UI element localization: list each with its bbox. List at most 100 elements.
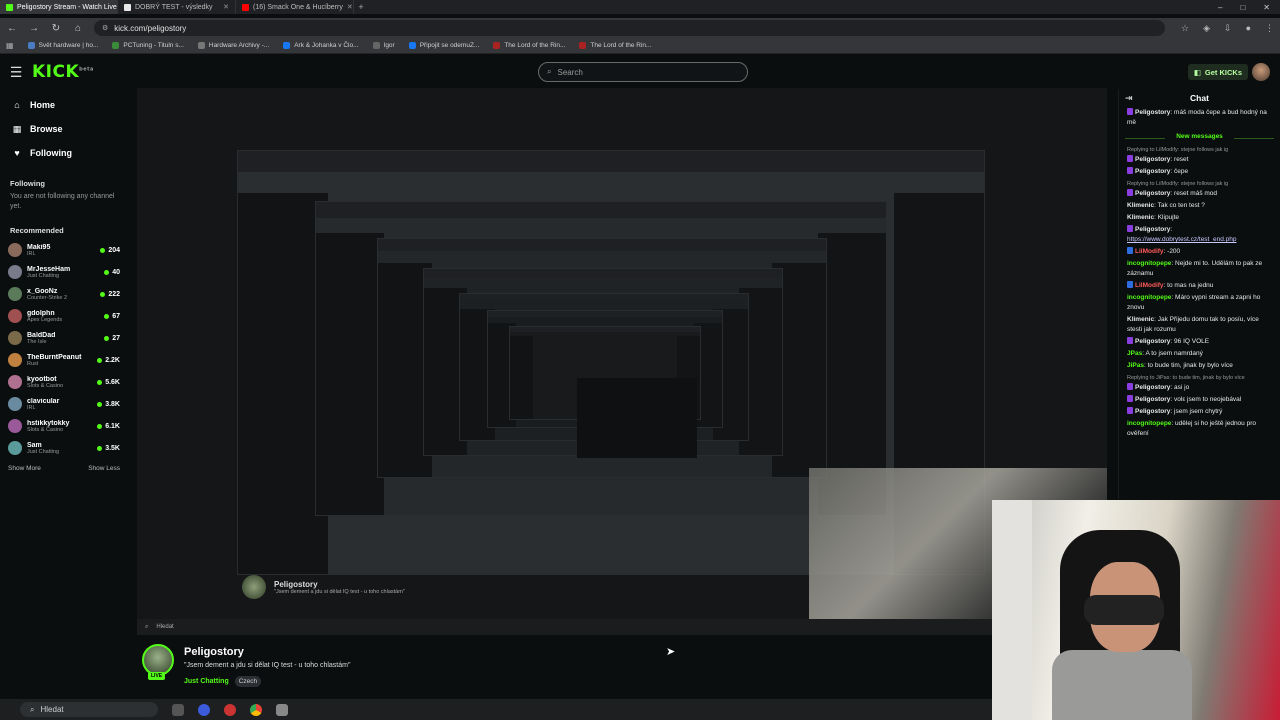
live-dot-icon [100, 247, 106, 253]
inner-search-icon: ⌕ [145, 623, 149, 630]
chat-username[interactable]: Peligostory [1135, 384, 1170, 391]
collapse-chat-icon[interactable]: ⇥ [1125, 93, 1133, 104]
recommended-channel[interactable]: clavicular IRL 3.8K [8, 393, 120, 415]
taskbar-app-icon[interactable] [224, 703, 236, 716]
channel-name: MrJesseHam [27, 265, 71, 273]
chat-link[interactable]: https://www.dobrytest.cz/test_end.php [1127, 236, 1236, 243]
reload-icon[interactable]: ↻ [50, 23, 62, 34]
chat-username[interactable]: JiPas [1127, 362, 1144, 369]
recommended-channel[interactable]: hstikkytokky Slots & Casino 6.1K [8, 415, 120, 437]
show-less-button[interactable]: Show Less [88, 465, 120, 472]
chat-username[interactable]: LilModify [1135, 282, 1164, 289]
bookmark-item[interactable]: The Lord of the Rin... [579, 42, 651, 49]
channel-avatar [8, 397, 22, 411]
stream-category[interactable]: Just Chatting [184, 678, 229, 685]
bookmark-item[interactable]: PCTuning - Tituln s... [112, 42, 184, 49]
home-icon[interactable]: ⌂ [72, 23, 84, 34]
close-window-icon[interactable]: ✕ [1263, 3, 1270, 12]
chat-username[interactable]: JPas [1127, 350, 1142, 357]
apps-icon[interactable]: ▦ [6, 41, 14, 50]
bookmark-favicon-icon [197, 42, 205, 49]
bookmark-item[interactable]: Ark & Johanka v Člo... [283, 42, 359, 49]
chat-username[interactable]: Peligostory [1135, 338, 1170, 345]
browser-tab[interactable]: DOBRÝ TEST - výsledky ✕ [118, 0, 236, 14]
taskbar-app-icon[interactable] [276, 703, 288, 716]
channel-category: IRL [27, 404, 36, 411]
bookmark-favicon-icon [579, 42, 587, 49]
chat-username[interactable]: Peligostory [1135, 156, 1170, 163]
user-avatar[interactable] [1252, 63, 1270, 81]
get-kicks-button[interactable]: ◧ Get KICKs [1187, 64, 1248, 80]
menu-icon[interactable]: ⋮ [1265, 23, 1274, 34]
chat-username[interactable]: Klimenic [1127, 214, 1154, 221]
tab-label: (16) Smack One & Hucíberry [253, 3, 343, 11]
chat-message: Peligostory: máš moda čepe a bud hodný n… [1127, 108, 1267, 126]
chat-username[interactable]: Peligostory [1135, 396, 1170, 403]
chat-username[interactable]: Klimenic [1127, 316, 1154, 323]
recommended-channel[interactable]: Sam Just Chatting 3.5K [8, 437, 120, 459]
search-input[interactable]: ⌕ Search [538, 62, 748, 82]
chat-message: JPas: A to jsem namrdaný [1127, 350, 1203, 357]
chrome-taskbar-icon[interactable] [250, 703, 262, 716]
recommended-channel[interactable]: Maki95 IRL 204 [8, 239, 120, 261]
chat-username[interactable]: Peligostory [1135, 408, 1170, 415]
bookmark-item[interactable]: Připojit se odemuZ... [408, 42, 479, 49]
recommended-channel[interactable]: gdolphn Apex Legends 67 [8, 305, 120, 327]
recommended-channel[interactable]: TheBurntPeanut Rust 2.2K [8, 349, 120, 371]
download-icon[interactable]: ⇩ [1224, 23, 1232, 34]
chat-username[interactable]: LilModify [1135, 248, 1164, 255]
chat-text: asi jo [1174, 384, 1190, 391]
close-tab-icon[interactable]: ✕ [223, 3, 229, 11]
recommended-channel[interactable]: x_GooNz Counter-Strike 2 222 [8, 283, 120, 305]
back-icon[interactable]: ← [6, 23, 18, 34]
sidebar-nav-browse[interactable]: ▦ Browse [8, 117, 120, 141]
site-info-icon[interactable]: ⚙ [102, 24, 108, 32]
bookmark-item[interactable]: The Lord of the Rin... [493, 42, 565, 49]
bookmark-favicon-icon [283, 42, 291, 49]
taskbar-app-icon[interactable] [172, 703, 184, 716]
chat-username[interactable]: incognitopepe [1127, 420, 1171, 427]
tab-favicon-icon [124, 3, 131, 11]
extension-icon[interactable]: ◈ [1203, 23, 1210, 34]
chat-username[interactable]: incognitopepe [1127, 260, 1171, 267]
streamer-avatar[interactable]: LIVE [142, 644, 174, 680]
chat-text: to bude tim, jinak by bylo více [1147, 362, 1233, 369]
chat-username[interactable]: Klimenic [1127, 202, 1154, 209]
streamer-name[interactable]: Peligostory [184, 646, 350, 658]
tunnel-vanishing-point [577, 378, 697, 458]
maximize-icon[interactable]: □ [1240, 3, 1245, 12]
video-player[interactable]: Peligostory "Jsem dement a jdu si dělat … [137, 88, 1107, 635]
close-tab-icon[interactable]: ✕ [347, 3, 353, 11]
bookmark-star-icon[interactable]: ☆ [1181, 23, 1189, 34]
chat-messages: Peligostory: máš moda čepe a bud hodný n… [1119, 107, 1280, 440]
minimize-icon[interactable]: – [1218, 3, 1222, 12]
url-field[interactable]: ⚙ kick.com/peligostory [94, 20, 1166, 36]
hamburger-menu-icon[interactable]: ☰ [0, 64, 32, 81]
sidebar-nav-following[interactable]: ♥ Following [8, 141, 120, 165]
new-tab-button[interactable]: + [354, 2, 368, 12]
chat-username[interactable]: Peligostory [1135, 109, 1170, 116]
show-more-button[interactable]: Show More [8, 465, 41, 472]
chat-username[interactable]: Peligostory [1135, 226, 1170, 233]
kick-logo[interactable]: KICKbeta [32, 62, 94, 82]
nav-label: Browse [30, 124, 63, 134]
recommended-channel[interactable]: kyootbot Slots & Casino 5.6K [8, 371, 120, 393]
recommended-channel[interactable]: BaldDad The Isle 27 [8, 327, 120, 349]
bookmark-item[interactable]: Svět hardware | ho... [27, 42, 98, 49]
chat-username[interactable]: Peligostory [1135, 190, 1170, 197]
chat-username[interactable]: Peligostory [1135, 168, 1170, 175]
browser-tab[interactable]: Peligostory Stream - Watch Live✕ [0, 0, 118, 14]
profile-icon[interactable]: ● [1246, 23, 1251, 34]
taskbar-search[interactable]: ⌕ Hledat [20, 702, 158, 717]
recommended-channel[interactable]: MrJesseHam Just Chatting 40 [8, 261, 120, 283]
channel-name: Maki95 [27, 243, 51, 251]
chat-username[interactable]: incognitopepe [1127, 294, 1171, 301]
forward-icon[interactable]: → [28, 23, 40, 34]
stream-tag[interactable]: Czech [234, 676, 262, 687]
bookmark-item[interactable]: Hardware Archivy -... [197, 42, 269, 49]
channel-name: x_GooNz [27, 287, 58, 295]
bookmark-item[interactable]: Igor [372, 42, 395, 49]
browser-tab[interactable]: (16) Smack One & Hucíberry ✕ [236, 0, 354, 14]
taskbar-app-icon[interactable] [198, 703, 210, 716]
sidebar-nav-home[interactable]: ⌂ Home [8, 93, 120, 117]
